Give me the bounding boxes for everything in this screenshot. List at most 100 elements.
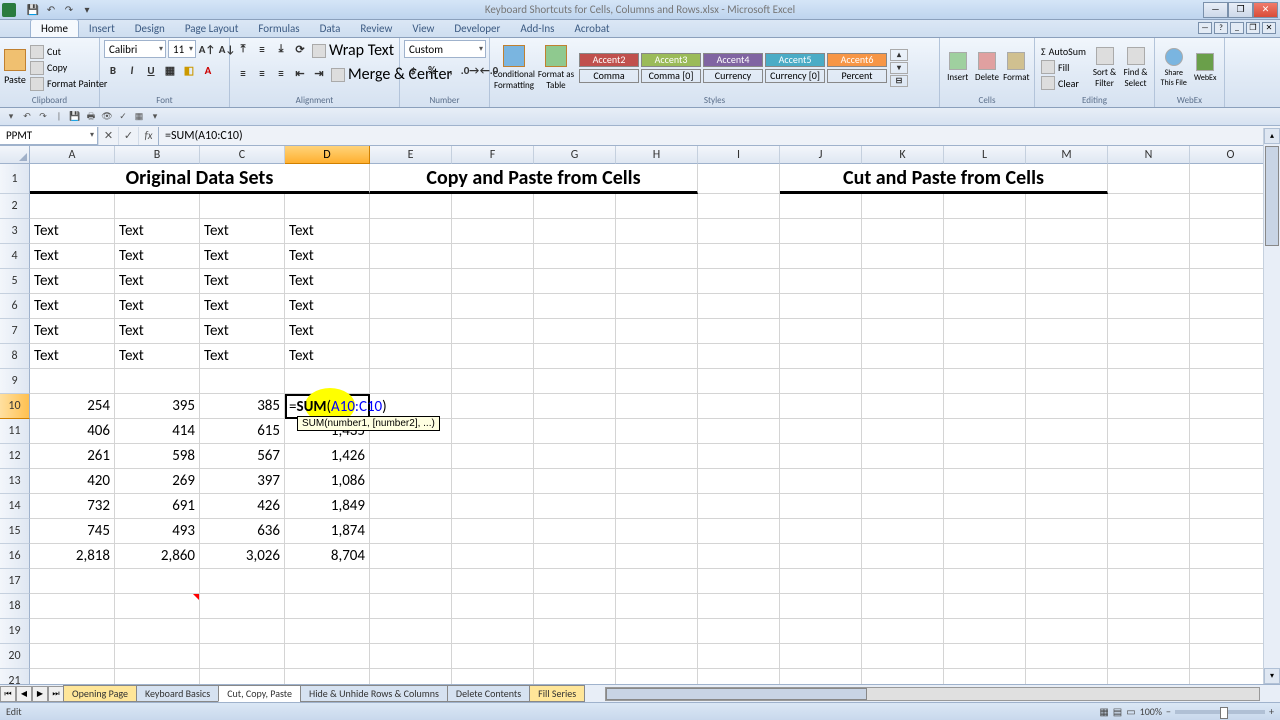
cell-M15[interactable]: [1026, 519, 1108, 544]
cell-N17[interactable]: [1108, 569, 1190, 594]
cell-B19[interactable]: [115, 619, 200, 644]
cell-N8[interactable]: [1108, 344, 1190, 369]
cell-L10[interactable]: [944, 394, 1026, 419]
qat2-btn[interactable]: ▦: [132, 110, 146, 124]
cell-E19[interactable]: [370, 619, 452, 644]
cell-O9[interactable]: [1190, 369, 1272, 394]
cell-K20[interactable]: [862, 644, 944, 669]
font-color-button[interactable]: A: [199, 61, 217, 79]
cell-A4[interactable]: Text: [30, 244, 115, 269]
autosum-button[interactable]: ΣAutoSum: [1039, 44, 1088, 59]
sheet-tab[interactable]: Fill Series: [529, 685, 585, 702]
cell-K14[interactable]: [862, 494, 944, 519]
col-header-B[interactable]: B: [115, 146, 200, 164]
cell-H3[interactable]: [616, 219, 698, 244]
cell-K16[interactable]: [862, 544, 944, 569]
row-header-16[interactable]: 16: [0, 544, 30, 569]
tab-formulas[interactable]: Formulas: [248, 20, 309, 37]
cell-O4[interactable]: [1190, 244, 1272, 269]
cell-J9[interactable]: [780, 369, 862, 394]
cell-M9[interactable]: [1026, 369, 1108, 394]
cell-M6[interactable]: [1026, 294, 1108, 319]
cell-G3[interactable]: [534, 219, 616, 244]
cell-F11[interactable]: [452, 419, 534, 444]
cell-E16[interactable]: [370, 544, 452, 569]
cell-H5[interactable]: [616, 269, 698, 294]
cell-N11[interactable]: [1108, 419, 1190, 444]
cell-E3[interactable]: [370, 219, 452, 244]
cell-C17[interactable]: [200, 569, 285, 594]
sheet-tab[interactable]: Opening Page: [63, 685, 137, 702]
cell-D18[interactable]: [285, 594, 370, 619]
cell-J12[interactable]: [780, 444, 862, 469]
qat2-btn[interactable]: ▾: [148, 110, 162, 124]
cell-N12[interactable]: [1108, 444, 1190, 469]
cut-button[interactable]: Cut: [28, 44, 109, 60]
row-header-3[interactable]: 3: [0, 219, 30, 244]
align-right-icon[interactable]: ≡: [272, 64, 290, 82]
scroll-thumb[interactable]: [1265, 146, 1279, 246]
cell-E4[interactable]: [370, 244, 452, 269]
cell-F19[interactable]: [452, 619, 534, 644]
row-header-8[interactable]: 8: [0, 344, 30, 369]
style-currency0[interactable]: Currency [0]: [765, 69, 825, 83]
cell-N13[interactable]: [1108, 469, 1190, 494]
tab-data[interactable]: Data: [310, 20, 351, 37]
cell-C2[interactable]: [200, 194, 285, 219]
cell-H8[interactable]: [616, 344, 698, 369]
cell-L13[interactable]: [944, 469, 1026, 494]
cell-O3[interactable]: [1190, 219, 1272, 244]
cell-edit-text[interactable]: =SUM(A10:C10): [289, 398, 387, 416]
cell-F3[interactable]: [452, 219, 534, 244]
cell-G18[interactable]: [534, 594, 616, 619]
row-header-4[interactable]: 4: [0, 244, 30, 269]
style-accent4[interactable]: Accent4: [703, 53, 763, 67]
cell-B20[interactable]: [115, 644, 200, 669]
cell-D20[interactable]: [285, 644, 370, 669]
cell-A6[interactable]: Text: [30, 294, 115, 319]
cell-F2[interactable]: [452, 194, 534, 219]
cell-D17[interactable]: [285, 569, 370, 594]
cell-O17[interactable]: [1190, 569, 1272, 594]
cell-E15[interactable]: [370, 519, 452, 544]
cell-O7[interactable]: [1190, 319, 1272, 344]
cell-M12[interactable]: [1026, 444, 1108, 469]
cell-J20[interactable]: [780, 644, 862, 669]
fill-color-button[interactable]: ◧: [180, 61, 198, 79]
cell-F9[interactable]: [452, 369, 534, 394]
cell-M13[interactable]: [1026, 469, 1108, 494]
qat2-btn[interactable]: 🖶: [84, 110, 98, 124]
zoom-slider[interactable]: [1175, 710, 1265, 714]
cell-G15[interactable]: [534, 519, 616, 544]
cell-A3[interactable]: Text: [30, 219, 115, 244]
cell-C4[interactable]: Text: [200, 244, 285, 269]
cell-E6[interactable]: [370, 294, 452, 319]
cell-C16[interactable]: 3,026: [200, 544, 285, 569]
cell-J19[interactable]: [780, 619, 862, 644]
cell-G9[interactable]: [534, 369, 616, 394]
cell-L18[interactable]: [944, 594, 1026, 619]
tab-prev-icon[interactable]: ◀: [16, 686, 32, 702]
tab-acrobat[interactable]: Acrobat: [565, 20, 620, 37]
cell-A2[interactable]: [30, 194, 115, 219]
cell-F8[interactable]: [452, 344, 534, 369]
cell-N20[interactable]: [1108, 644, 1190, 669]
cell-G16[interactable]: [534, 544, 616, 569]
cell-J4[interactable]: [780, 244, 862, 269]
cell-N2[interactable]: [1108, 194, 1190, 219]
cell-N16[interactable]: [1108, 544, 1190, 569]
cell-I20[interactable]: [698, 644, 780, 669]
align-center-icon[interactable]: ≡: [253, 64, 271, 82]
cell-C15[interactable]: 636: [200, 519, 285, 544]
row-header-17[interactable]: 17: [0, 569, 30, 594]
cell-J13[interactable]: [780, 469, 862, 494]
row-header-13[interactable]: 13: [0, 469, 30, 494]
sheet-tab[interactable]: Cut, Copy, Paste: [218, 685, 301, 702]
cell-D16[interactable]: 8,704: [285, 544, 370, 569]
wrap-text-button[interactable]: Wrap Text: [310, 40, 396, 61]
cell-O15[interactable]: [1190, 519, 1272, 544]
doc-close-icon[interactable]: ✕: [1262, 22, 1276, 34]
style-percent[interactable]: Percent: [827, 69, 887, 83]
cell-D19[interactable]: [285, 619, 370, 644]
align-bot-icon[interactable]: ⤓: [272, 40, 290, 58]
